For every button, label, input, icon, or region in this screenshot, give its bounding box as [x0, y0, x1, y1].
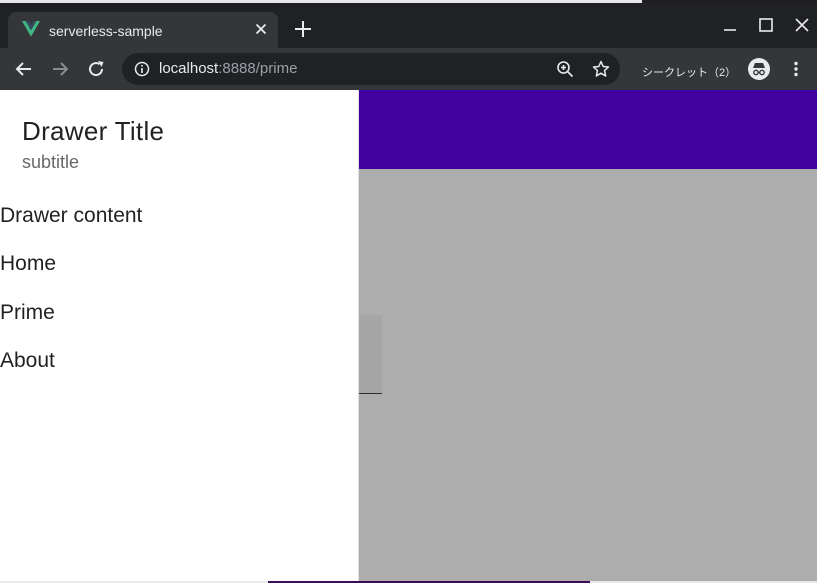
reload-icon[interactable]: [86, 59, 106, 79]
forward-icon[interactable]: [50, 59, 70, 79]
info-icon[interactable]: [134, 61, 150, 77]
vue-logo-icon: [22, 21, 40, 37]
close-icon[interactable]: [252, 20, 270, 38]
tab-strip: serverless-sample: [0, 3, 817, 48]
url-path: :8888/prime: [218, 60, 298, 77]
tab-title: serverless-sample: [49, 23, 163, 39]
window-close-icon[interactable]: [792, 15, 812, 35]
browser-toolbar: localhost:8888/prime シークレット（2）: [0, 48, 817, 90]
browser-window: serverless-sample localhost:8888/prime シ…: [0, 3, 817, 581]
more-vert-icon[interactable]: [787, 60, 805, 78]
drawer-content-label: Drawer content: [0, 204, 143, 227]
drawer-subtitle: subtitle: [22, 152, 80, 172]
url-text: localhost:8888/prime: [159, 60, 297, 77]
minimize-icon[interactable]: [720, 15, 740, 35]
incognito-icon[interactable]: [748, 58, 770, 80]
incognito-label[interactable]: シークレット（2）: [642, 64, 736, 80]
browser-tab[interactable]: serverless-sample: [8, 12, 278, 48]
drawer-item-about[interactable]: About: [0, 349, 55, 373]
star-icon[interactable]: [592, 60, 610, 78]
navigation-drawer: Drawer Title subtitle Drawer content Hom…: [0, 90, 359, 581]
drawer-title: Drawer Title: [22, 116, 165, 146]
plus-icon[interactable]: [292, 18, 314, 40]
drawer-item-home[interactable]: Home: [0, 252, 56, 276]
address-bar[interactable]: localhost:8888/prime: [122, 53, 620, 85]
url-host: localhost: [159, 60, 219, 77]
zoom-icon[interactable]: [556, 60, 574, 78]
maximize-icon[interactable]: [756, 15, 776, 35]
back-icon[interactable]: [14, 59, 34, 79]
page-viewport: Drawer Title subtitle Drawer content Hom…: [0, 90, 817, 581]
drawer-item-prime[interactable]: Prime: [0, 301, 55, 325]
